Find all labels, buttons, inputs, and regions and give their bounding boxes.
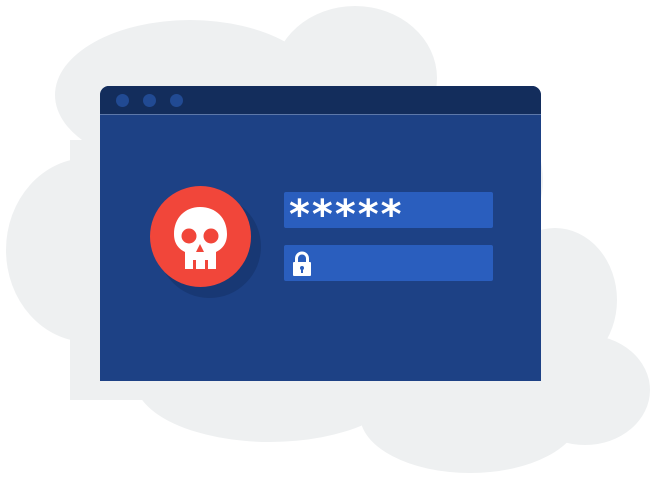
skull-icon: [174, 207, 227, 269]
badge-circle: [150, 186, 251, 287]
password-breach-illustration: { "password_field": { "masked_value": "*…: [0, 0, 652, 487]
lock-icon: [293, 251, 311, 276]
password-mask: *****: [289, 192, 404, 238]
window-control-dot[interactable]: [116, 94, 129, 107]
window-titlebar: [100, 86, 541, 115]
window-control-dot[interactable]: [170, 94, 183, 107]
window-control-dot[interactable]: [143, 94, 156, 107]
browser-window: *****: [100, 86, 541, 381]
locked-field[interactable]: [284, 245, 493, 281]
alert-badge: [150, 186, 262, 298]
password-field[interactable]: *****: [284, 192, 493, 235]
